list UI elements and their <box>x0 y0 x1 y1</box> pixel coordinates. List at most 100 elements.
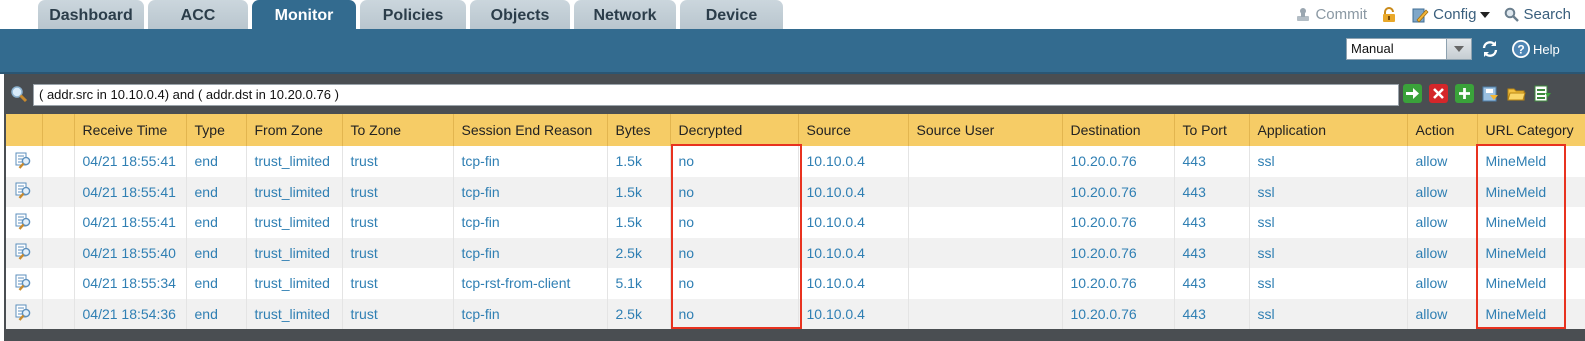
cell-session-end-reason[interactable]: tcp-fin <box>453 237 608 268</box>
detailed-log-view-icon[interactable] <box>6 176 43 207</box>
log-filter-input[interactable]: ( addr.src in 10.10.0.4) and ( addr.dst … <box>33 84 1399 106</box>
cell-action[interactable]: allow <box>1407 146 1478 177</box>
cell-destination[interactable]: 10.20.0.76 <box>1062 237 1175 268</box>
column-header-application[interactable]: Application <box>1249 114 1408 146</box>
cell-application[interactable]: ssl <box>1249 176 1408 207</box>
cell-to-port[interactable]: 443 <box>1174 176 1250 207</box>
column-header-type[interactable]: Type <box>186 114 247 146</box>
cell-session-end-reason[interactable]: tcp-fin <box>453 298 608 329</box>
detailed-log-view-icon[interactable] <box>6 298 43 329</box>
column-header-to-zone[interactable]: To Zone <box>342 114 454 146</box>
cell-destination[interactable]: 10.20.0.76 <box>1062 268 1175 299</box>
cell-to-zone[interactable]: trust <box>342 268 454 299</box>
cell-source[interactable]: 10.10.0.4 <box>798 207 909 238</box>
column-header-from-zone[interactable]: From Zone <box>246 114 343 146</box>
cell-url-category[interactable]: MineMeld <box>1477 298 1585 329</box>
column-header-decrypted[interactable]: Decrypted <box>670 114 799 146</box>
clear-filter-icon[interactable] <box>1429 84 1448 103</box>
cell-url-category[interactable]: MineMeld <box>1477 146 1585 177</box>
cell-type[interactable]: end <box>186 237 247 268</box>
detailed-log-view-icon[interactable] <box>6 207 43 238</box>
cell-receive-time[interactable]: 04/21 18:55:40 <box>74 237 187 268</box>
cell-application[interactable]: ssl <box>1249 237 1408 268</box>
table-row[interactable]: 04/21 18:55:41 end trust_limited trust tcp-f… <box>6 176 1585 207</box>
cell-source[interactable]: 10.10.0.4 <box>798 146 909 177</box>
cell-session-end-reason[interactable]: tcp-fin <box>453 176 608 207</box>
add-filter-icon[interactable] <box>1455 84 1474 103</box>
search-button[interactable]: Search <box>1504 6 1571 23</box>
cell-type[interactable]: end <box>186 268 247 299</box>
cell-application[interactable]: ssl <box>1249 298 1408 329</box>
cell-action[interactable]: allow <box>1407 268 1478 299</box>
cell-to-zone[interactable]: trust <box>342 298 454 329</box>
export-csv-icon[interactable] <box>1533 84 1552 103</box>
table-row[interactable]: 04/21 18:54:36 end trust_limited trust tcp-f… <box>6 298 1585 329</box>
help-button[interactable]: ? Help <box>1511 38 1560 60</box>
cell-application[interactable]: ssl <box>1249 207 1408 238</box>
cell-source[interactable]: 10.10.0.4 <box>798 298 909 329</box>
cell-receive-time[interactable]: 04/21 18:54:36 <box>74 298 187 329</box>
cell-source[interactable]: 10.10.0.4 <box>798 268 909 299</box>
cell-to-port[interactable]: 443 <box>1174 207 1250 238</box>
column-header-source-user[interactable]: Source User <box>908 114 1063 146</box>
tab-device[interactable]: Device <box>680 0 783 29</box>
commit-button[interactable]: Commit <box>1295 6 1367 23</box>
column-header-destination[interactable]: Destination <box>1062 114 1175 146</box>
cell-from-zone[interactable]: trust_limited <box>246 207 343 238</box>
cell-to-port[interactable]: 443 <box>1174 298 1250 329</box>
detailed-log-view-icon[interactable] <box>6 268 43 299</box>
cell-to-zone[interactable]: trust <box>342 176 454 207</box>
cell-url-category[interactable]: MineMeld <box>1477 207 1585 238</box>
cell-action[interactable]: allow <box>1407 176 1478 207</box>
cell-destination[interactable]: 10.20.0.76 <box>1062 146 1175 177</box>
table-row[interactable]: 04/21 18:55:41 end trust_limited trust tcp-f… <box>6 146 1585 177</box>
cell-destination[interactable]: 10.20.0.76 <box>1062 298 1175 329</box>
cell-destination[interactable]: 10.20.0.76 <box>1062 207 1175 238</box>
detailed-log-view-icon[interactable] <box>6 237 43 268</box>
apply-filter-icon[interactable] <box>1403 84 1422 103</box>
cell-to-port[interactable]: 443 <box>1174 237 1250 268</box>
cell-to-port[interactable]: 443 <box>1174 268 1250 299</box>
cell-to-port[interactable]: 443 <box>1174 146 1250 177</box>
cell-url-category[interactable]: MineMeld <box>1477 268 1585 299</box>
table-row[interactable]: 04/21 18:55:41 end trust_limited trust tcp-f… <box>6 207 1585 238</box>
cell-receive-time[interactable]: 04/21 18:55:41 <box>74 146 187 177</box>
cell-receive-time[interactable]: 04/21 18:55:34 <box>74 268 187 299</box>
cell-application[interactable]: ssl <box>1249 268 1408 299</box>
cell-session-end-reason[interactable]: tcp-fin <box>453 207 608 238</box>
refresh-icon[interactable] <box>1481 40 1499 58</box>
cell-session-end-reason[interactable]: tcp-fin <box>453 146 608 177</box>
column-header-action[interactable]: Action <box>1407 114 1478 146</box>
tab-dashboard[interactable]: Dashboard <box>38 0 144 29</box>
column-header-to-port[interactable]: To Port <box>1174 114 1250 146</box>
lock-button[interactable] <box>1381 6 1397 23</box>
tab-monitor[interactable]: Monitor <box>252 0 356 29</box>
column-header-bytes[interactable]: Bytes <box>607 114 671 146</box>
cell-receive-time[interactable]: 04/21 18:55:41 <box>74 176 187 207</box>
save-filter-icon[interactable] <box>1481 84 1500 103</box>
cell-action[interactable]: allow <box>1407 298 1478 329</box>
tab-objects[interactable]: Objects <box>470 0 570 29</box>
cell-from-zone[interactable]: trust_limited <box>246 298 343 329</box>
cell-application[interactable]: ssl <box>1249 146 1408 177</box>
load-filter-folder-icon[interactable] <box>1507 84 1526 103</box>
cell-action[interactable]: allow <box>1407 237 1478 268</box>
cell-from-zone[interactable]: trust_limited <box>246 268 343 299</box>
cell-from-zone[interactable]: trust_limited <box>246 176 343 207</box>
cell-from-zone[interactable]: trust_limited <box>246 146 343 177</box>
cell-receive-time[interactable]: 04/21 18:55:41 <box>74 207 187 238</box>
tab-acc[interactable]: ACC <box>148 0 248 29</box>
tab-network[interactable]: Network <box>574 0 676 29</box>
tab-policies[interactable]: Policies <box>360 0 466 29</box>
detailed-log-view-icon[interactable] <box>6 146 43 177</box>
cell-action[interactable]: allow <box>1407 207 1478 238</box>
cell-type[interactable]: end <box>186 146 247 177</box>
cell-to-zone[interactable]: trust <box>342 146 454 177</box>
dropdown-arrow-icon[interactable] <box>1446 39 1471 59</box>
config-menu[interactable]: Config <box>1411 6 1491 24</box>
table-row[interactable]: 04/21 18:55:34 end trust_limited trust tcp-r… <box>6 268 1585 299</box>
column-header-session-end-reason[interactable]: Session End Reason <box>453 114 608 146</box>
cell-to-zone[interactable]: trust <box>342 207 454 238</box>
cell-url-category[interactable]: MineMeld <box>1477 237 1585 268</box>
cell-type[interactable]: end <box>186 207 247 238</box>
